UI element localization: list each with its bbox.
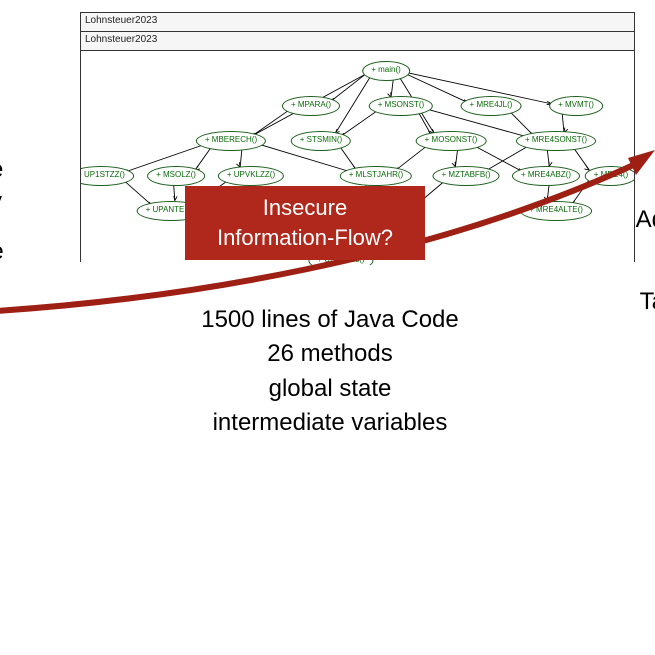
cropped-text-right-a: Ad [636,206,655,234]
insecure-flow-callout: Insecure Information-Flow? [185,186,425,260]
graph-node-msonst: + MSONST() [369,96,433,116]
graph-node-mztabfb: + MZTABFB() [433,166,500,186]
caption-line2: 26 methods [140,338,520,370]
caption-line1: 1500 lines of Java Code [140,304,520,336]
cropped-text-left-b: y [0,188,2,216]
caption-line3: global state [140,373,520,405]
caption: 1500 lines of Java Code 26 methods globa… [140,302,520,442]
graph-node-mlstjahr: + MLSTJAHR() [340,166,412,186]
graph-node-main: + main() [362,61,410,81]
caption-line4: intermediate variables [140,407,520,439]
cropped-text-right-b: Ta [640,288,655,316]
window-title-inner: Lohnsteuer2023 [81,32,634,51]
graph-node-mvmt: + MVMT() [549,96,603,116]
graph-node-mre4: + MRE4() [585,166,634,186]
graph-node-msolz: + MSOLZ() [147,166,205,186]
callout-line2: Information-Flow? [217,225,393,250]
window-title-outer: Lohnsteuer2023 [81,13,634,32]
callout-line1: Insecure [263,195,347,220]
cropped-text-left-a: e [0,156,3,184]
graph-node-upvklzz: + UPVKLZZ() [218,166,284,186]
graph-node-mosonst: + MOSONST() [416,131,487,151]
graph-node-mre4abz: + MRE4ABZ() [512,166,580,186]
graph-node-mberech: + MBERECH() [196,131,266,151]
cropped-text-left-c: nce [0,238,4,266]
graph-node-mre4jl: + MRE4JL() [461,96,522,116]
graph-node-mre4alte: + MRE4ALTE() [520,201,592,221]
graph-node-mpara: + MPARA() [282,96,340,116]
slide-stage: Lohnsteuer2023 Lohnsteuer2023 + main() + … [0,0,655,655]
graph-node-stsmin: + STSMIN() [291,131,351,151]
graph-node-mre4sonst: + MRE4SONST() [516,131,596,151]
